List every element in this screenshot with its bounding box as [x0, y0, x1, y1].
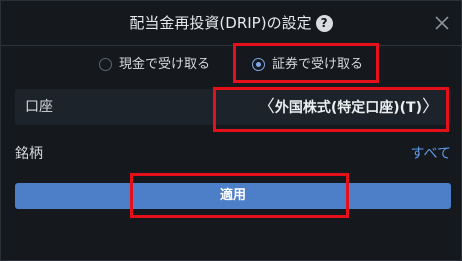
account-label: 口座	[25, 99, 53, 115]
highlight-box-account	[213, 87, 449, 132]
dialog-title: 配当金再投資(DRIP)の設定	[129, 14, 312, 32]
drip-settings-dialog: 配当金再投資(DRIP)の設定? 現金で受け取る 証券で受け取る 口座 〈外国株…	[0, 0, 462, 261]
radio-icon[interactable]	[99, 58, 112, 71]
reinvest-option-group: 現金で受け取る 証券で受け取る	[1, 45, 461, 85]
help-icon[interactable]: ?	[315, 15, 333, 32]
stock-row: 銘柄 すべて	[15, 141, 451, 167]
highlight-box-apply	[130, 173, 349, 218]
close-icon[interactable]	[433, 14, 451, 32]
highlight-box-securities	[233, 43, 379, 83]
stock-all-link[interactable]: すべて	[411, 141, 451, 167]
dialog-header: 配当金再投資(DRIP)の設定?	[1, 1, 461, 46]
dialog-title-wrap: 配当金再投資(DRIP)の設定?	[1, 12, 461, 34]
cash-radio-label: 現金で受け取る	[119, 57, 211, 72]
stock-label: 銘柄	[15, 146, 43, 162]
cash-radio-option[interactable]: 現金で受け取る	[99, 53, 219, 77]
